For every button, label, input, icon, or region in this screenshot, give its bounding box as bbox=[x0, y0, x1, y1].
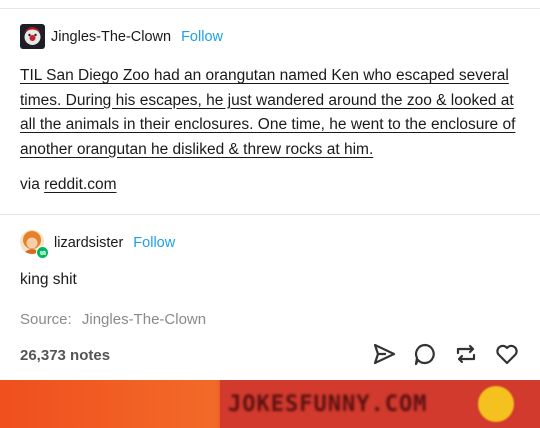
via-line: via reddit.com bbox=[20, 176, 117, 194]
share-icon[interactable] bbox=[371, 341, 399, 369]
via-label: via bbox=[20, 176, 40, 193]
follow-button[interactable]: Follow bbox=[181, 29, 223, 45]
reblog-follow-button[interactable]: Follow bbox=[133, 235, 175, 251]
reblogger-avatar[interactable] bbox=[20, 230, 49, 259]
top-divider bbox=[0, 8, 540, 9]
reblog-username[interactable]: lizardsister bbox=[54, 235, 123, 251]
post-username[interactable]: Jingles-The-Clown bbox=[51, 29, 171, 45]
reblog-icon[interactable] bbox=[453, 341, 481, 369]
reblog-header: lizardsister Follow bbox=[20, 230, 175, 259]
post-actions bbox=[0, 341, 540, 369]
post-header: Jingles-The-Clown Follow bbox=[20, 24, 223, 49]
avatar[interactable] bbox=[20, 24, 45, 49]
laughing-face-icon bbox=[478, 386, 514, 422]
post-body-text[interactable]: TIL San Diego Zoo had an orangutan named… bbox=[20, 67, 515, 158]
reblog-comment: king shit bbox=[20, 271, 77, 288]
reblog-divider bbox=[0, 214, 540, 215]
watermark-logo: JOKESFUNNY.COM bbox=[228, 392, 428, 417]
like-icon[interactable] bbox=[494, 341, 522, 369]
watermark-banner: JOKESFUNNY.COM bbox=[0, 380, 540, 428]
source-line: Source: Jingles-The-Clown bbox=[20, 311, 206, 328]
reblog-badge-icon bbox=[36, 246, 49, 259]
reply-icon[interactable] bbox=[412, 341, 440, 369]
post-body: TIL San Diego Zoo had an orangutan named… bbox=[20, 64, 525, 162]
source-label: Source: bbox=[20, 311, 72, 328]
source-link[interactable]: Jingles-The-Clown bbox=[82, 311, 206, 328]
via-link[interactable]: reddit.com bbox=[44, 176, 116, 193]
